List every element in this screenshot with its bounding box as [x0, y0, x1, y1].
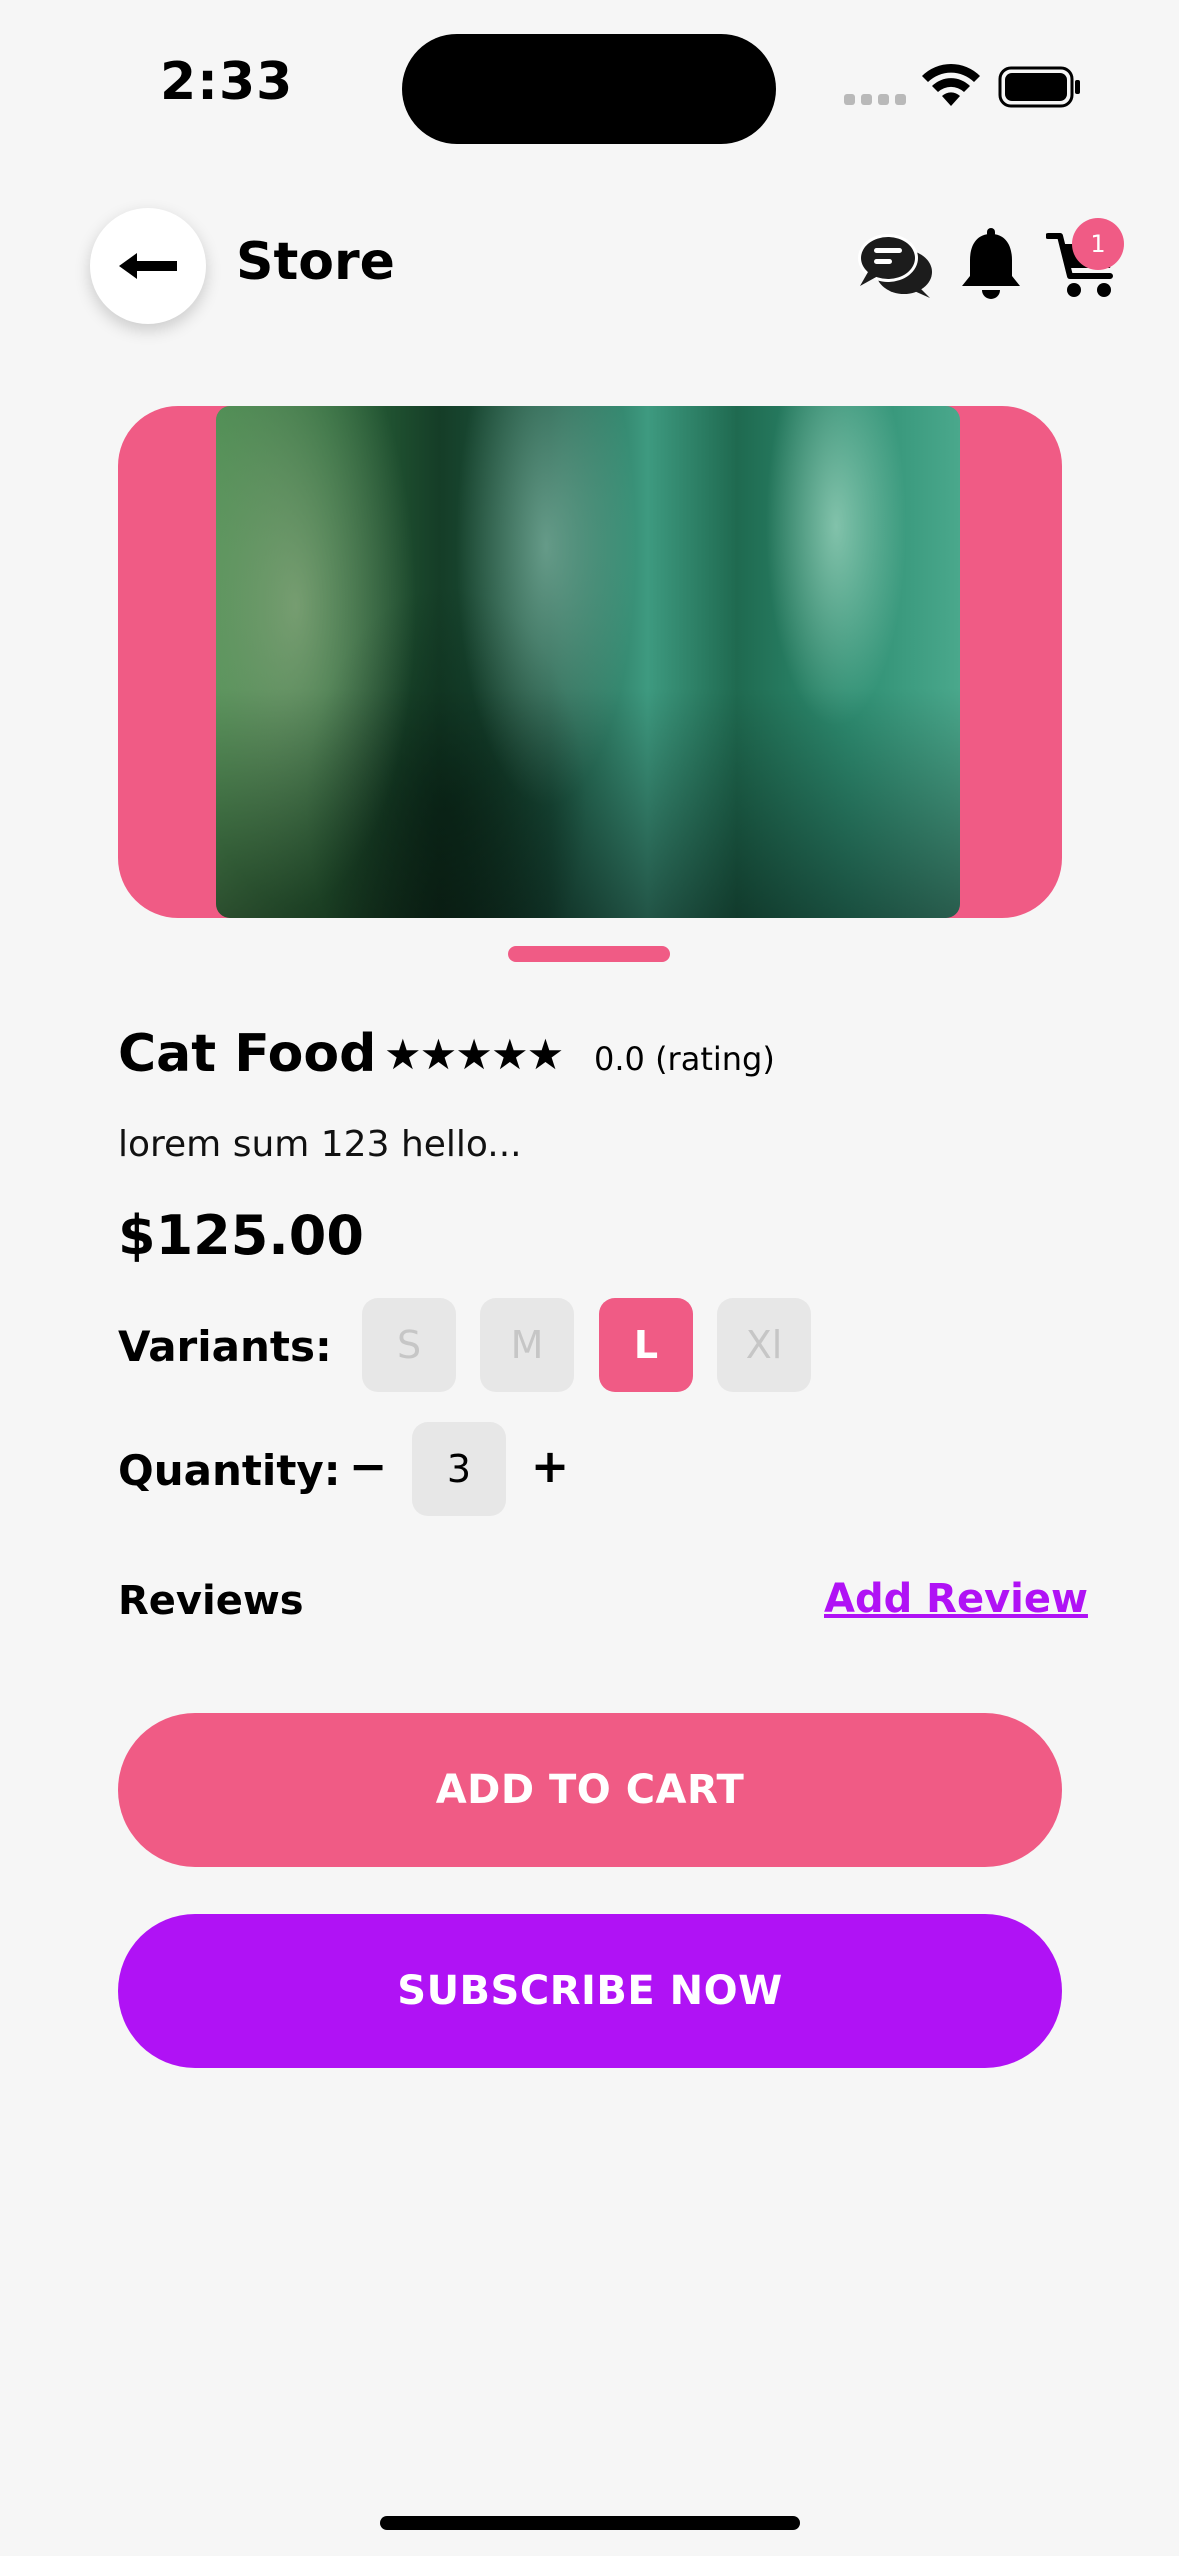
bell-icon[interactable] — [958, 228, 1024, 302]
back-button[interactable] — [90, 208, 206, 324]
page-title: Store — [236, 232, 395, 292]
product-image-carousel[interactable] — [118, 406, 1062, 918]
dynamic-island — [402, 34, 776, 144]
product-price: $125.00 — [118, 1204, 364, 1267]
reviews-heading: Reviews — [118, 1578, 304, 1624]
quantity-label: Quantity: — [118, 1446, 341, 1495]
subscribe-now-button[interactable]: SUBSCRIBE NOW — [118, 1914, 1062, 2068]
add-review-link[interactable]: Add Review — [824, 1576, 1088, 1622]
add-to-cart-button[interactable]: ADD TO CART — [118, 1713, 1062, 1867]
quantity-increase-button[interactable]: + — [530, 1436, 570, 1496]
variants-label: Variants: — [118, 1322, 332, 1371]
variant-m-button[interactable]: M — [480, 1298, 574, 1392]
variant-l-button[interactable]: L — [599, 1298, 693, 1392]
carousel-page-indicator — [508, 946, 670, 962]
product-description: lorem sum 123 hello... — [118, 1124, 522, 1165]
status-time: 2:33 — [160, 52, 294, 112]
quantity-value: 3 — [412, 1422, 506, 1516]
back-arrow-icon — [119, 253, 177, 279]
home-indicator[interactable] — [380, 2516, 800, 2530]
chat-icon[interactable] — [856, 228, 934, 300]
cart-count-badge: 1 — [1072, 218, 1124, 270]
battery-icon — [998, 66, 1080, 108]
product-image — [216, 406, 960, 918]
wifi-icon — [922, 63, 980, 106]
quantity-decrease-button[interactable]: − — [348, 1436, 388, 1496]
variant-xl-button[interactable]: Xl — [717, 1298, 811, 1392]
variant-s-button[interactable]: S — [362, 1298, 456, 1392]
product-name: Cat Food — [118, 1024, 377, 1084]
star-rating-icon: ★★★★★ — [384, 1030, 564, 1079]
rating-text: 0.0 (rating) — [594, 1040, 775, 1078]
cellular-signal-icon — [844, 94, 906, 106]
